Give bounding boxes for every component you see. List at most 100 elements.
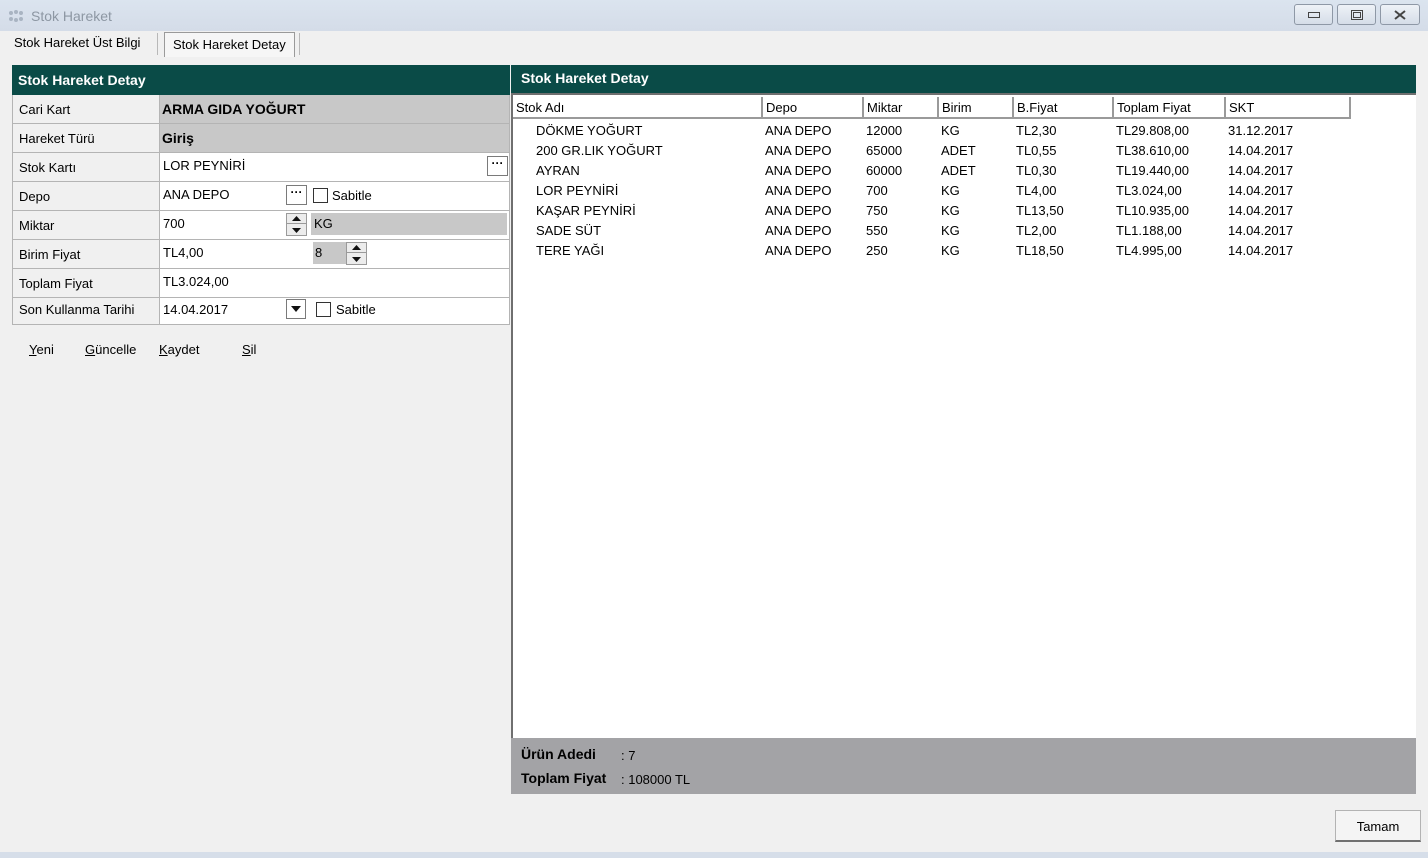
tab-stok-hareket-detay[interactable]: Stok Hareket Detay (164, 32, 295, 57)
cell-birim[interactable]: KG (941, 221, 960, 241)
cell-stok-adi[interactable]: SADE SÜT (536, 221, 601, 241)
date-dropdown-button[interactable] (286, 299, 306, 319)
cell-depo[interactable]: ANA DEPO (765, 241, 831, 261)
cell-depo[interactable]: ANA DEPO (765, 161, 831, 181)
cell-b-fiyat[interactable]: TL2,30 (1016, 121, 1056, 141)
column-header-toplam-fiyat[interactable]: Toplam Fiyat (1114, 97, 1226, 119)
sil-mnemonic: S (242, 342, 251, 357)
arrow-up-icon (352, 245, 361, 250)
yeni-button[interactable]: Yeni (29, 341, 54, 359)
stok-karti-label: Stok Kartı (13, 153, 160, 181)
tamam-button[interactable]: Tamam (1335, 810, 1421, 842)
kdv-input[interactable]: 8 (313, 242, 346, 264)
column-header-b-fiyat[interactable]: B.Fiyat (1014, 97, 1114, 119)
spin-up-button[interactable] (347, 243, 366, 253)
cell-miktar[interactable]: 12000 (866, 121, 902, 141)
minimize-button[interactable] (1294, 4, 1333, 25)
cell-stok-adi[interactable]: 200 GR.LIK YOĞURT (536, 141, 663, 161)
cell-skt[interactable]: 31.12.2017 (1228, 121, 1293, 141)
cell-toplam-fiyat[interactable]: TL1.188,00 (1116, 221, 1182, 241)
cell-toplam-fiyat[interactable]: TL19.440,00 (1116, 161, 1189, 181)
cell-birim[interactable]: ADET (941, 161, 976, 181)
cell-toplam-fiyat[interactable]: TL29.808,00 (1116, 121, 1189, 141)
cell-miktar[interactable]: 750 (866, 201, 888, 221)
kaydet-label: aydet (167, 342, 200, 357)
stok-karti-browse-button[interactable]: ··· (487, 156, 508, 176)
cell-skt[interactable]: 14.04.2017 (1228, 221, 1293, 241)
cell-skt[interactable]: 14.04.2017 (1228, 161, 1293, 181)
cell-skt[interactable]: 14.04.2017 (1228, 181, 1293, 201)
cell-birim[interactable]: KG (941, 121, 960, 141)
close-button[interactable] (1380, 4, 1420, 25)
column-header-depo[interactable]: Depo (763, 97, 864, 119)
column-header-birim[interactable]: Birim (939, 97, 1014, 119)
cell-stok-adi[interactable]: AYRAN (536, 161, 580, 181)
birim-fiyat-input[interactable]: TL4,00 (161, 241, 308, 264)
cell-b-fiyat[interactable]: TL2,00 (1016, 221, 1056, 241)
cell-skt[interactable]: 14.04.2017 (1228, 141, 1293, 161)
column-header-stok-adi[interactable]: Stok Adı (513, 97, 763, 119)
column-header-skt[interactable]: SKT (1226, 97, 1351, 119)
tab-divider (299, 33, 300, 55)
depo-sabitle-label: Sabitle (332, 188, 372, 203)
miktar-spinner[interactable] (286, 213, 307, 236)
cell-skt[interactable]: 14.04.2017 (1228, 201, 1293, 221)
cell-b-fiyat[interactable]: TL13,50 (1016, 201, 1064, 221)
cell-depo[interactable]: ANA DEPO (765, 201, 831, 221)
cell-depo[interactable]: ANA DEPO (765, 181, 831, 201)
sil-label: il (250, 342, 257, 357)
depo-browse-button[interactable]: ··· (286, 185, 307, 205)
cell-toplam-fiyat[interactable]: TL38.610,00 (1116, 141, 1189, 161)
depo-sabitle-checkbox[interactable] (313, 188, 328, 203)
cell-birim[interactable]: ADET (941, 141, 976, 161)
cell-stok-adi[interactable]: LOR PEYNİRİ (536, 181, 618, 201)
kaydet-button[interactable]: Kaydet (159, 341, 199, 359)
cell-miktar[interactable]: 700 (866, 181, 888, 201)
cell-birim[interactable]: KG (941, 181, 960, 201)
cell-b-fiyat[interactable]: TL0,55 (1016, 141, 1056, 161)
depo-input[interactable]: ANA DEPO (161, 183, 283, 206)
cell-b-fiyat[interactable]: TL0,30 (1016, 161, 1056, 181)
cell-b-fiyat[interactable]: TL18,50 (1016, 241, 1064, 261)
stock-grid[interactable]: Stok Adı Depo Miktar Birim B.Fiyat Topla… (511, 93, 1416, 738)
sil-button[interactable]: Sil (242, 341, 256, 359)
toplam-fiyat-input[interactable]: TL3.024,00 (161, 270, 308, 293)
son-kullanma-input[interactable]: 14.04.2017 (161, 298, 283, 321)
spin-down-button[interactable] (347, 254, 366, 264)
miktar-input[interactable]: 700 (161, 212, 283, 235)
cell-b-fiyat[interactable]: TL4,00 (1016, 181, 1056, 201)
cell-miktar[interactable]: 550 (866, 221, 888, 241)
toplam-fiyat-summary-label: Toplam Fiyat (521, 770, 607, 786)
cell-depo[interactable]: ANA DEPO (765, 121, 831, 141)
birim-fiyat-row: Birim Fiyat TL4,00 8 (12, 240, 510, 269)
cell-skt[interactable]: 14.04.2017 (1228, 241, 1293, 261)
cell-toplam-fiyat[interactable]: TL10.935,00 (1116, 201, 1189, 221)
cell-miktar[interactable]: 65000 (866, 141, 902, 161)
cell-stok-adi[interactable]: TERE YAĞI (536, 241, 604, 261)
window-titlebar: Stok Hareket (0, 0, 1428, 31)
spin-up-button[interactable] (287, 214, 306, 224)
cell-stok-adi[interactable]: DÖKME YOĞURT (536, 121, 642, 141)
cell-depo[interactable]: ANA DEPO (765, 221, 831, 241)
column-header-miktar[interactable]: Miktar (864, 97, 939, 119)
cell-miktar[interactable]: 60000 (866, 161, 902, 181)
cell-birim[interactable]: KG (941, 241, 960, 261)
tab-stok-hareket-ust-bilgi[interactable]: Stok Hareket Üst Bilgi (6, 31, 148, 57)
kdv-spinner[interactable] (346, 242, 367, 265)
toplam-fiyat-row: Toplam Fiyat TL3.024,00 (12, 269, 510, 298)
cell-toplam-fiyat[interactable]: TL4.995,00 (1116, 241, 1182, 261)
skt-sabitle-label: Sabitle (336, 302, 376, 317)
cell-birim[interactable]: KG (941, 201, 960, 221)
son-kullanma-label: Son Kullanma Tarihi (13, 298, 160, 324)
cell-stok-adi[interactable]: KAŞAR PEYNİRİ (536, 201, 636, 221)
guncelle-button[interactable]: Güncelle (85, 341, 136, 359)
maximize-button[interactable] (1337, 4, 1376, 25)
cell-depo[interactable]: ANA DEPO (765, 141, 831, 161)
skt-sabitle-checkbox[interactable] (316, 302, 331, 317)
spin-down-button[interactable] (287, 225, 306, 235)
cell-toplam-fiyat[interactable]: TL3.024,00 (1116, 181, 1182, 201)
minimize-icon (1307, 11, 1320, 18)
cell-miktar[interactable]: 250 (866, 241, 888, 261)
hareket-turu-row: Hareket Türü Giriş (12, 124, 510, 153)
stok-karti-input[interactable]: LOR PEYNİRİ (161, 154, 481, 177)
